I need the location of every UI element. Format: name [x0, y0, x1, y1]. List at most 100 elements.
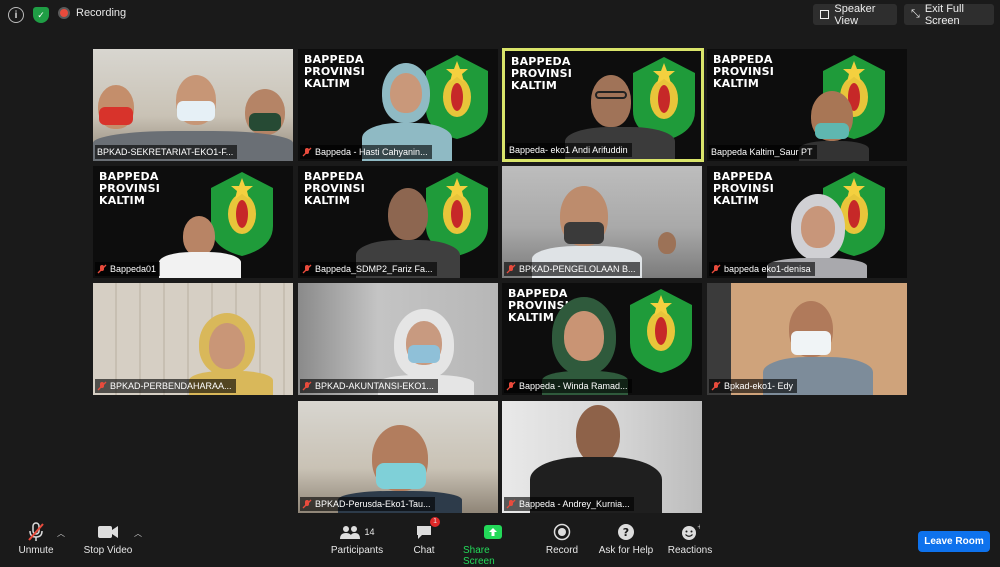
banner-text: BAPPEDA PROVINSI KALTIM — [304, 53, 366, 90]
unmute-label: Unmute — [18, 545, 54, 556]
participants-button[interactable]: 14 Participants — [330, 521, 384, 556]
banner-text: BAPPEDA PROVINSI KALTIM — [304, 170, 366, 207]
chat-button[interactable]: 1 Chat — [410, 517, 440, 556]
participant-name-tag: BPKAD-SEKRETARIAT-EKO1-F... — [95, 145, 238, 159]
mic-muted-icon — [302, 264, 312, 274]
face-mask — [815, 123, 849, 139]
leave-room-button[interactable]: Leave Room — [918, 531, 990, 552]
exit-fullscreen-icon: ⤡ — [911, 8, 920, 20]
participant-face — [576, 405, 620, 463]
video-options-caret-icon[interactable]: ︿ — [134, 528, 142, 539]
recording-indicator[interactable]: Recording — [58, 7, 126, 19]
participants-count: 14 — [364, 527, 375, 537]
meeting-toolbar: Unmute ︿ Stop Video ︿ 14 Participants 1 … — [0, 515, 1000, 567]
glasses — [595, 91, 627, 99]
video-tile[interactable]: BAPPEDA PROVINSI KALTIM Bappeda01 — [93, 166, 293, 278]
exit-fullscreen-label: Exit Full Screen — [924, 2, 964, 27]
svg-text:+: + — [697, 523, 700, 531]
mic-muted-icon — [711, 264, 721, 274]
participant-name: Bappeda01 — [110, 264, 157, 274]
participant-name-tag: BPKAD-AKUNTANSI-EKO1... — [300, 379, 438, 393]
top-bar: i ✓ Recording Speaker View ⤡ Exit Full S… — [0, 0, 1000, 30]
stop-video-label: Stop Video — [83, 545, 133, 556]
video-tile[interactable]: BAPPEDA PROVINSI KALTIM bappeda eko1-denis… — [707, 166, 907, 278]
audio-options-caret-icon[interactable]: ︿ — [57, 528, 65, 539]
participant-name: bappeda eko1-denisa — [724, 264, 811, 274]
mic-muted-icon — [506, 499, 516, 509]
face-mask — [408, 345, 440, 363]
video-tile-active-speaker[interactable]: BAPPEDA PROVINSI KALTIM Bappeda- eko1 Andi… — [502, 48, 704, 162]
speaker-view-label: Speaker View — [834, 2, 876, 27]
smiley-icon: + — [680, 521, 700, 543]
unmute-button[interactable]: Unmute — [16, 521, 56, 556]
video-tile[interactable]: Bpkad-eko1- Edy — [707, 283, 907, 395]
face-mask — [376, 463, 426, 489]
mic-muted-icon — [506, 264, 516, 274]
participant-name: Bappeda_SDMP2_Fariz Fa... — [315, 264, 433, 274]
video-tile[interactable]: BPKAD-Perusda-Eko1-Tau... — [298, 401, 498, 513]
exit-fullscreen-button[interactable]: ⤡ Exit Full Screen — [904, 2, 994, 27]
face-mask — [249, 113, 281, 131]
participant-name: BPKAD-SEKRETARIAT-EKO1-F... — [97, 147, 234, 157]
ask-for-help-label: Ask for Help — [598, 545, 654, 556]
participant-name-tag: Bappeda Kaltim_Saur PT — [709, 145, 817, 159]
participant-body — [159, 252, 241, 278]
video-tile[interactable]: BAPPEDA PROVINSI KALTIM Bappeda_SDMP2_Fari… — [298, 166, 498, 278]
participant-face — [183, 216, 215, 256]
participant-name: BPKAD-AKUNTANSI-EKO1... — [315, 381, 434, 391]
video-tile[interactable]: Bappeda - Andrey_Kurnia... — [502, 401, 702, 513]
mic-muted-icon — [302, 147, 312, 157]
video-tile[interactable]: BAPPEDA PROVINSI KALTIM Bappeda Kaltim_Sau… — [707, 49, 907, 161]
participant-name: Bpkad-eko1- Edy — [724, 381, 794, 391]
participant-face — [388, 188, 428, 240]
kaltim-emblem-icon — [211, 172, 273, 256]
record-button[interactable]: Record — [545, 521, 579, 556]
banner-text: BAPPEDA PROVINSI KALTIM — [511, 55, 573, 92]
face-mask — [99, 107, 133, 125]
chat-unread-badge: 1 — [430, 517, 440, 527]
chat-label: Chat — [413, 545, 435, 556]
record-label: Record — [545, 545, 579, 556]
participant-face — [591, 75, 631, 127]
shield-check-icon[interactable]: ✓ — [33, 7, 49, 23]
help-question-icon: ? — [617, 521, 635, 543]
video-tile[interactable]: BAPPEDA PROVINSI KALTIM Bappeda - Winda Ra… — [502, 283, 702, 395]
participant-face — [564, 311, 604, 361]
video-camera-icon — [97, 521, 119, 543]
face-mask — [177, 101, 215, 121]
svg-text:?: ? — [623, 526, 629, 539]
participant-name: BPKAD-PERBENDAHARAA... — [110, 381, 232, 391]
chat-bubble-icon: 1 — [415, 517, 440, 543]
record-icon — [553, 521, 571, 543]
share-screen-button[interactable]: Share Screen — [463, 521, 523, 567]
participant-face — [209, 323, 245, 369]
share-screen-label: Share Screen — [463, 545, 495, 567]
participant-name: Bappeda - Hasti Cahyanin... — [315, 147, 428, 157]
recording-label: Recording — [76, 7, 127, 19]
participant-name-tag: bappeda eko1-denisa — [709, 262, 815, 276]
participant-name: Bappeda Kaltim_Saur PT — [711, 147, 813, 157]
stop-video-button[interactable]: Stop Video — [82, 521, 134, 556]
speaker-view-button[interactable]: Speaker View — [813, 2, 897, 27]
video-tile[interactable]: BPKAD-AKUNTANSI-EKO1... — [298, 283, 498, 395]
participant-name-tag: Bappeda - Andrey_Kurnia... — [504, 497, 634, 511]
face-mask — [564, 222, 604, 244]
video-tile[interactable]: BPKAD-PERBENDAHARAA... — [93, 283, 293, 395]
participants-icon — [340, 526, 361, 539]
banner-text: BAPPEDA PROVINSI KALTIM — [713, 170, 775, 207]
reactions-label: Reactions — [667, 545, 713, 556]
face-mask — [791, 331, 831, 355]
mic-muted-icon — [97, 264, 107, 274]
mic-muted-icon — [302, 499, 312, 509]
participant-name: Bappeda- eko1 Andi Arifuddin — [509, 145, 628, 155]
video-tile[interactable]: BPKAD-PENGELOLAAN B... — [502, 166, 702, 278]
participant-name-tag: Bappeda- eko1 Andi Arifuddin — [507, 143, 632, 157]
ask-for-help-button[interactable]: ? Ask for Help — [598, 521, 654, 556]
participant-name-tag: BPKAD-Perusda-Eko1-Tau... — [300, 497, 435, 511]
participant-name: BPKAD-PENGELOLAAN B... — [519, 264, 636, 274]
info-icon[interactable]: i — [8, 7, 24, 23]
video-tile[interactable]: BAPPEDA PROVINSI KALTIM Bappeda - Hasti Ca… — [298, 49, 498, 161]
background-person — [658, 232, 676, 254]
reactions-button[interactable]: + Reactions — [668, 521, 712, 556]
video-tile[interactable]: BPKAD-SEKRETARIAT-EKO1-F... — [93, 49, 293, 161]
